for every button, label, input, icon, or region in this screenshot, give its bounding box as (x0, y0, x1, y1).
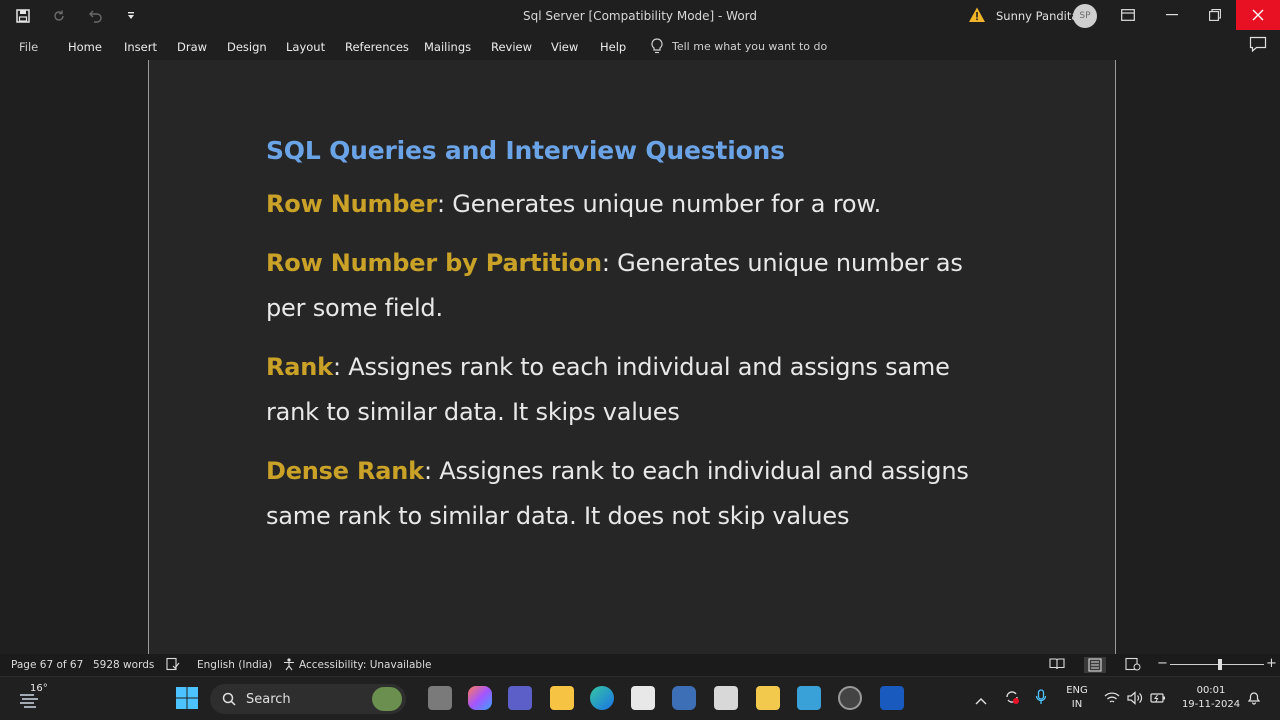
sync-icon[interactable] (1004, 689, 1020, 709)
chevron-up-icon[interactable] (975, 691, 987, 710)
remote-desktop-icon[interactable] (714, 686, 738, 710)
notifications-icon[interactable] (1247, 690, 1261, 709)
obs-icon[interactable] (838, 686, 862, 710)
tab-mailings[interactable]: Mailings (424, 40, 471, 54)
definition-text: : Generates unique number for a row. (436, 190, 881, 218)
tell-me-text: Tell me what you want to do (672, 39, 828, 53)
taskbar-search[interactable]: Search (210, 684, 406, 714)
clock-date[interactable]: 19-11-2024 (1180, 699, 1242, 710)
comments-icon[interactable] (1249, 36, 1269, 54)
minimize-button[interactable] (1150, 0, 1194, 30)
zoom-slider-thumb[interactable] (1218, 659, 1222, 670)
search-highlight-icon (372, 687, 402, 711)
definition-row-number: Row Number: Generates unique number for … (266, 182, 1006, 227)
clock-time[interactable]: 00:01 (1180, 685, 1242, 696)
warning-icon[interactable] (968, 6, 986, 24)
edge-icon[interactable] (590, 686, 614, 710)
weather-temperature[interactable]: 16° (30, 683, 48, 694)
title-bar: Sql Server [Compatibility Mode] - Word S… (0, 0, 1280, 32)
undo-icon[interactable] (84, 6, 106, 26)
windows-start-icon[interactable] (175, 686, 199, 710)
web-layout-icon[interactable] (1125, 657, 1143, 673)
document-content: SQL Queries and Interview Questions Row … (266, 136, 1006, 553)
term-label: Rank (266, 353, 333, 381)
volume-icon[interactable] (1127, 690, 1143, 709)
virtualbox-icon[interactable] (672, 686, 696, 710)
tab-design[interactable]: Design (227, 40, 267, 54)
snipping-tool-icon[interactable] (631, 686, 655, 710)
ribbon-tabs: File Home Insert Draw Design Layout Refe… (0, 32, 1280, 60)
autosave-icon[interactable] (48, 6, 70, 26)
search-label: Search (246, 691, 291, 707)
quick-access-toolbar (12, 6, 142, 26)
read-mode-icon[interactable] (1049, 657, 1067, 673)
definition-row-number-partition: Row Number by Partition: Generates uniqu… (266, 241, 1006, 331)
tab-home[interactable]: Home (68, 40, 102, 54)
teams-icon[interactable] (508, 686, 532, 710)
term-label: Dense Rank (266, 457, 424, 485)
close-button[interactable] (1236, 0, 1280, 30)
taskbar: 16° Search ENG IN 00:01 19-11-2024 (0, 676, 1280, 720)
page-count[interactable]: Page 67 of 67 (11, 659, 83, 671)
status-bar: Page 67 of 67 5928 words English (India)… (0, 654, 1280, 676)
notepad-icon[interactable] (797, 686, 821, 710)
accessibility-icon (282, 657, 296, 674)
document-canvas: SQL Queries and Interview Questions Row … (0, 60, 1280, 654)
word-count[interactable]: 5928 words (93, 659, 154, 671)
lightbulb-icon (651, 38, 663, 54)
input-language-bottom[interactable]: IN (1063, 699, 1091, 710)
customize-toolbar-icon[interactable] (120, 6, 142, 26)
account-name[interactable]: Sunny Pandita (996, 9, 1078, 23)
save-icon[interactable] (12, 6, 34, 26)
word-window: Sql Server [Compatibility Mode] - Word S… (0, 0, 1280, 720)
print-layout-icon[interactable] (1084, 657, 1106, 673)
tab-view[interactable]: View (551, 40, 578, 54)
tab-draw[interactable]: Draw (177, 40, 207, 54)
file-explorer-icon[interactable] (550, 686, 574, 710)
avatar[interactable]: SP (1073, 4, 1097, 28)
term-label: Row Number (266, 190, 437, 218)
definition-rank: Rank: Assignes rank to each individual a… (266, 345, 1006, 435)
search-icon (222, 692, 236, 706)
language-indicator[interactable]: English (India) (197, 659, 272, 671)
copilot-icon[interactable] (468, 686, 492, 710)
term-label: Row Number by Partition (266, 249, 602, 277)
tab-review[interactable]: Review (491, 40, 532, 54)
zoom-slider[interactable] (1170, 664, 1264, 665)
microphone-icon[interactable] (1035, 689, 1047, 709)
ribbon-display-options-button[interactable] (1106, 0, 1150, 30)
tab-file[interactable]: File (19, 40, 38, 54)
zoom-out-icon[interactable]: − (1157, 656, 1168, 671)
tab-references[interactable]: References (345, 40, 409, 54)
document-heading: SQL Queries and Interview Questions (266, 136, 785, 165)
tab-help[interactable]: Help (600, 40, 626, 54)
document-page[interactable]: SQL Queries and Interview Questions Row … (148, 60, 1116, 654)
tab-insert[interactable]: Insert (124, 40, 157, 54)
word-app-icon[interactable] (880, 686, 904, 710)
battery-icon[interactable] (1150, 690, 1166, 709)
definition-text: : Assignes rank to each individual and a… (266, 353, 950, 426)
definition-dense-rank: Dense Rank: Assignes rank to each indivi… (266, 449, 1006, 539)
input-language-top[interactable]: ENG (1063, 685, 1091, 696)
accessibility-status[interactable]: Accessibility: Unavailable (299, 659, 431, 671)
wifi-icon[interactable] (1104, 690, 1120, 709)
tell-me-search[interactable]: Tell me what you want to do (650, 38, 827, 54)
task-view-icon[interactable] (428, 686, 452, 710)
restore-button[interactable] (1193, 0, 1237, 30)
tab-layout[interactable]: Layout (286, 40, 325, 54)
proofing-icon[interactable] (166, 657, 180, 674)
sticky-notes-icon[interactable] (756, 686, 780, 710)
zoom-in-icon[interactable]: + (1266, 656, 1277, 671)
